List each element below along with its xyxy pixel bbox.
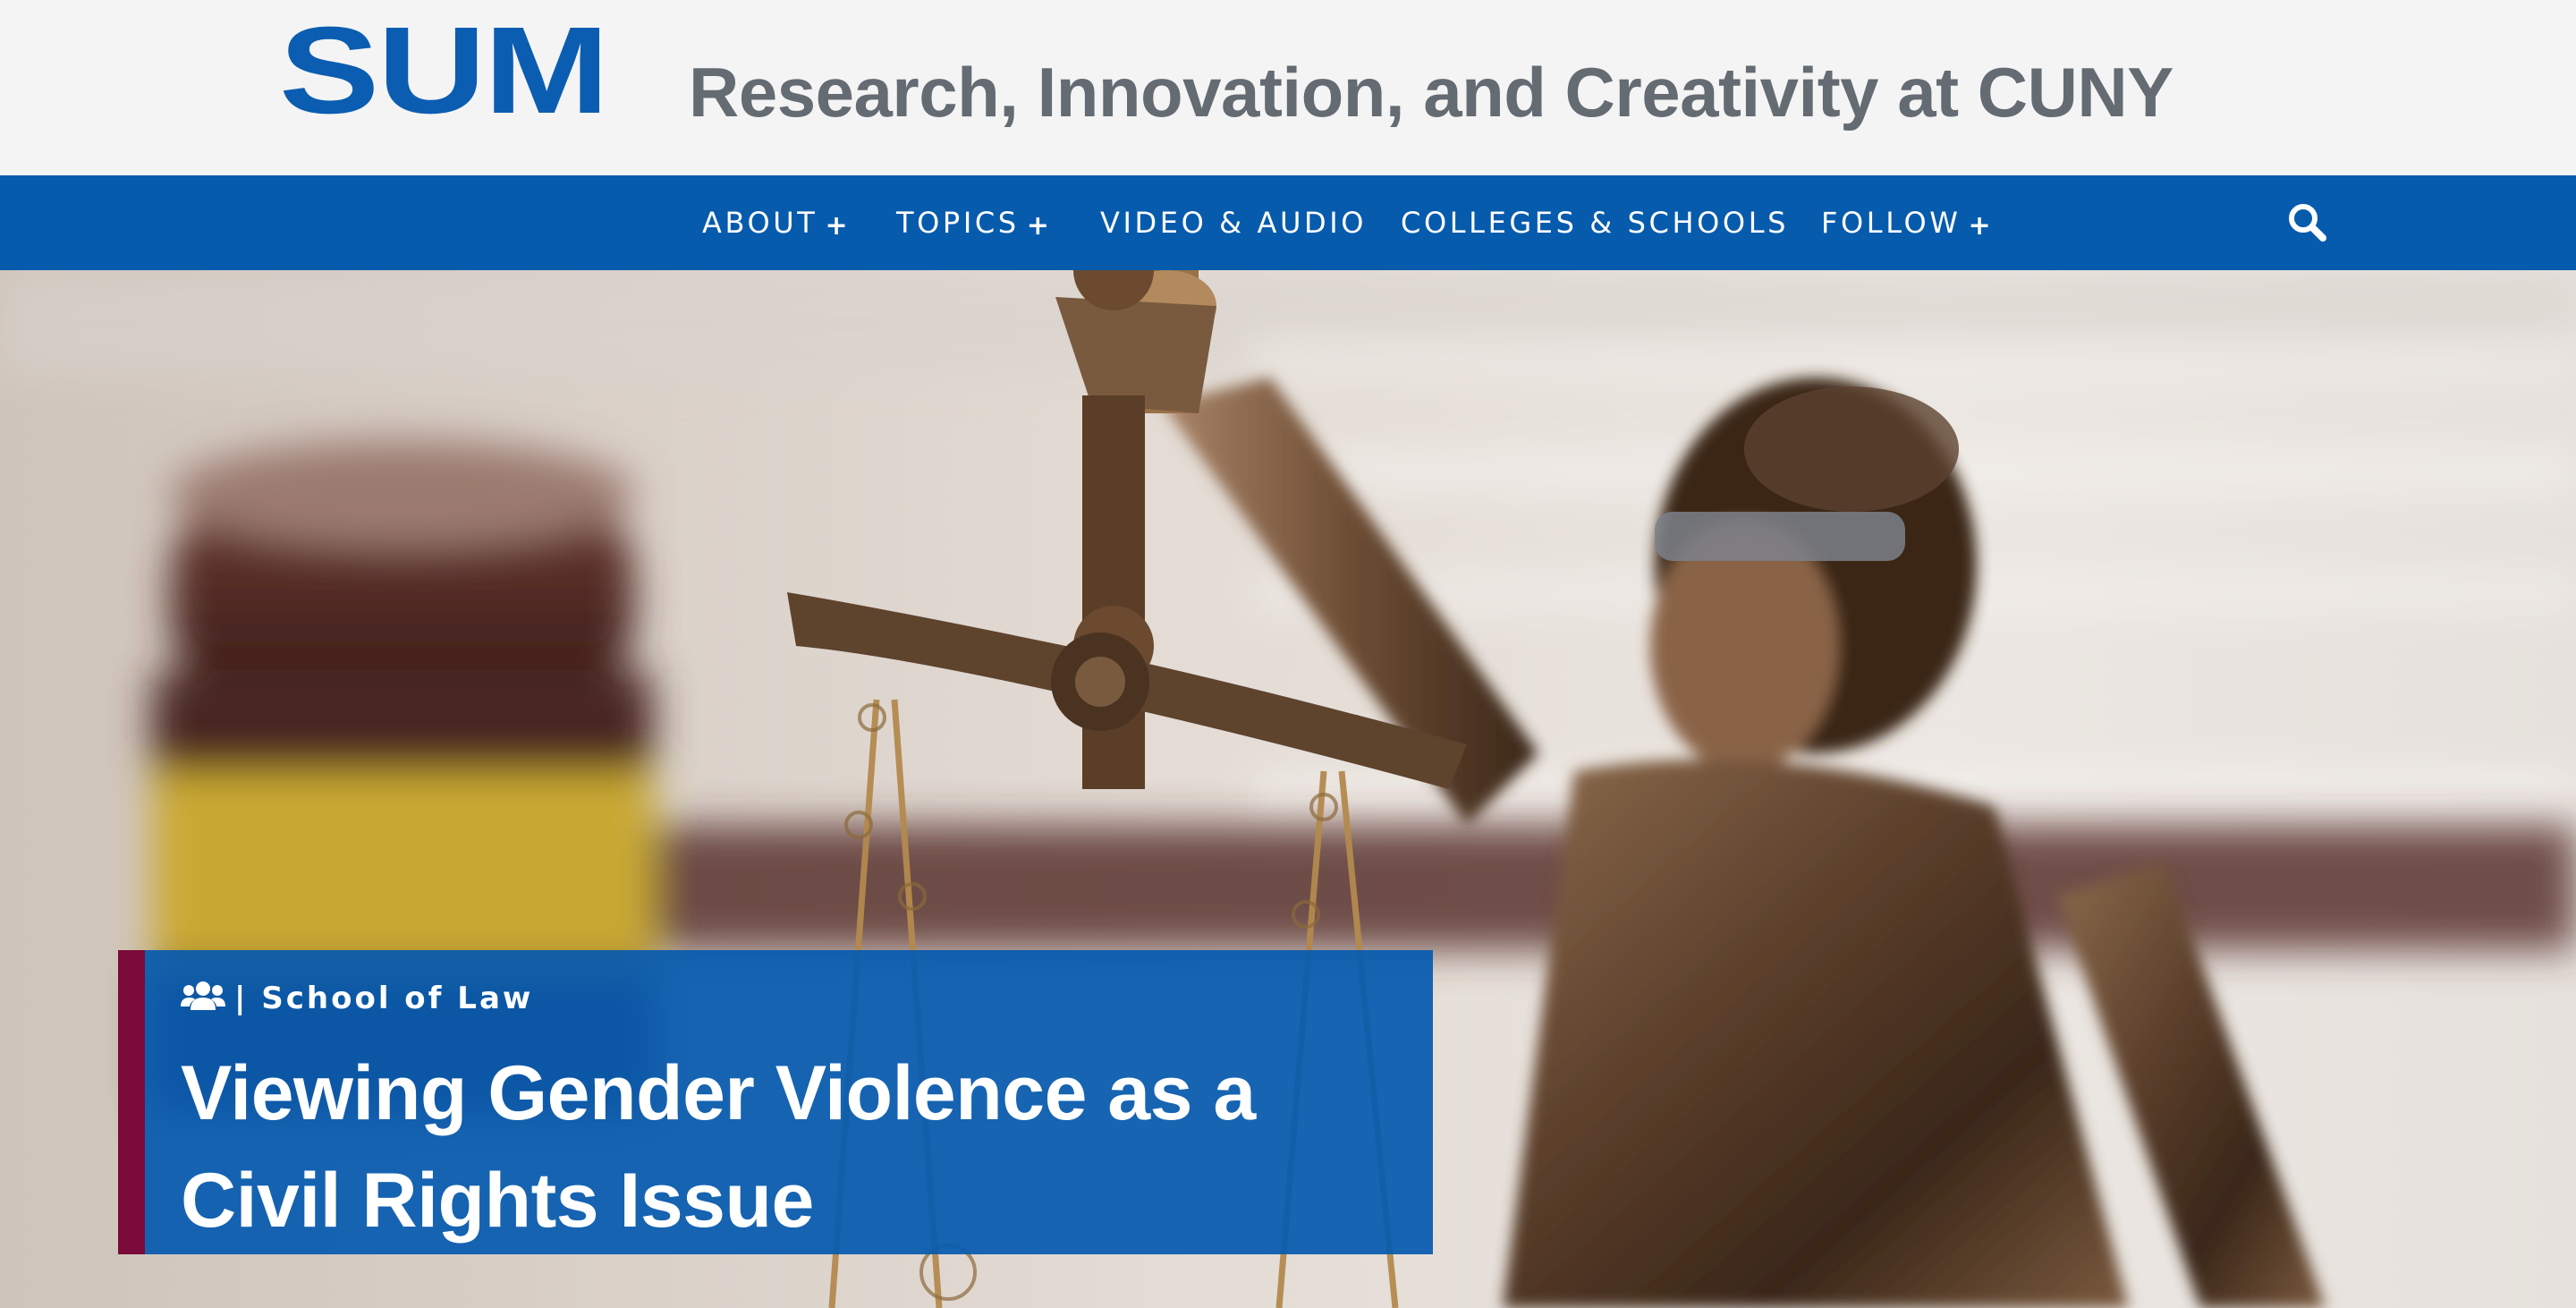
- plus-icon: +: [1026, 210, 1053, 242]
- story-category-label[interactable]: | School of Law: [234, 981, 533, 1016]
- site-header: SUM Research, Innovation, and Creativity…: [0, 0, 2576, 175]
- nav-item-topics[interactable]: TOPICS +: [896, 175, 1052, 270]
- nav-item-follow[interactable]: FOLLOW +: [1821, 175, 1994, 270]
- nav-item-colleges-schools[interactable]: COLLEGES & SCHOOLS: [1401, 175, 1789, 270]
- nav-item-label: TOPICS: [896, 206, 1020, 240]
- nav-item-label: FOLLOW: [1821, 206, 1962, 240]
- site-tagline: Research, Innovation, and Creativity at …: [689, 53, 2174, 132]
- featured-story-card[interactable]: | School of Law Viewing Gender Violence …: [118, 950, 1433, 1254]
- nav-item-label: ABOUT: [702, 206, 818, 240]
- search-button[interactable]: [2283, 198, 2333, 248]
- nav-item-about[interactable]: ABOUT +: [702, 175, 851, 270]
- story-category: | School of Law: [181, 972, 533, 1025]
- card-accent-bar: [118, 950, 145, 1254]
- plus-icon: +: [1968, 210, 1995, 242]
- nav-item-label: COLLEGES & SCHOOLS: [1401, 206, 1790, 240]
- sum-logo[interactable]: SUM: [279, 9, 609, 132]
- main-nav: ABOUT + TOPICS + VIDEO & AUDIO COLLEGES & …: [0, 175, 2576, 270]
- search-icon: [2289, 204, 2326, 242]
- users-icon: [181, 981, 225, 1010]
- story-headline[interactable]: Viewing Gender Violence as a Civil Right…: [181, 1040, 1397, 1254]
- plus-icon: +: [825, 210, 852, 242]
- nav-item-label: VIDEO & AUDIO: [1100, 206, 1368, 240]
- nav-item-video-audio[interactable]: VIDEO & AUDIO: [1100, 175, 1367, 270]
